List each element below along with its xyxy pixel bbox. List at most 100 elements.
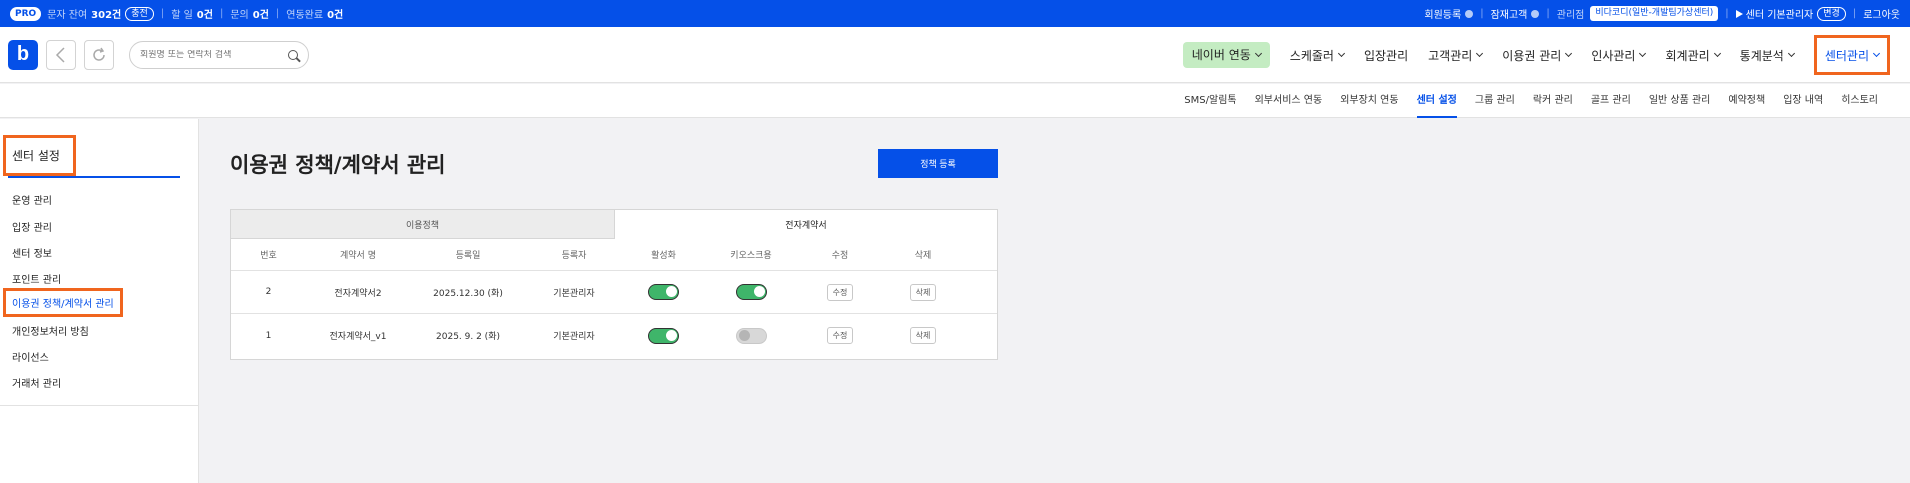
main-header: b 네이버 연동 스케줄러 입장관리 고객관리 이용권 관리 인사관리 회계관리… <box>0 27 1910 83</box>
nav-label: 스케줄러 <box>1289 48 1334 63</box>
subnav-group[interactable]: 그룹 관리 <box>1475 84 1515 118</box>
table-header: 번호 계약서 명 등록일 등록자 활성화 키오스크용 수정 삭제 <box>231 239 997 271</box>
gear-icon <box>1531 9 1540 18</box>
register-policy-button[interactable]: 정책 등록 <box>878 149 998 178</box>
subnav-locker[interactable]: 락커 관리 <box>1533 84 1573 118</box>
chevron-down-icon <box>1337 49 1345 58</box>
policy-tabs: 이용정책 전자계약서 <box>231 210 997 239</box>
member-register-link[interactable]: 회원등록 <box>1424 6 1461 21</box>
active-toggle[interactable] <box>648 327 679 344</box>
delete-button[interactable]: 삭제 <box>909 283 937 301</box>
nav-label: 통계분석 <box>1739 48 1784 63</box>
chevron-down-icon <box>1565 49 1573 58</box>
col-delete: 삭제 <box>914 251 932 261</box>
row-author: 기본관리자 <box>553 288 595 299</box>
nav-customer[interactable]: 고객관리 <box>1428 47 1484 64</box>
center-selector[interactable]: 비다코디(일반-개발팀가상센터) <box>1590 6 1719 21</box>
sms-remaining-label: 문자 잔여 <box>47 10 88 21</box>
col-active: 활성화 <box>651 251 676 261</box>
table-row: 1 전자계약서_v1 2025. 9. 2 (화) 기본관리자 수정 삭제 <box>231 314 997 357</box>
col-number: 번호 <box>260 251 277 261</box>
charge-button[interactable]: 충전 <box>125 6 154 21</box>
logout-link[interactable]: 로그아웃 <box>1863 6 1900 21</box>
todo-value[interactable]: 0건 <box>197 6 213 21</box>
nav-label: 고객관리 <box>1428 48 1473 63</box>
col-registrar: 등록자 <box>561 251 587 261</box>
refresh-button[interactable] <box>84 39 114 70</box>
nav-entry[interactable]: 입장관리 <box>1364 47 1408 64</box>
subnav-history[interactable]: 히스토리 <box>1841 84 1878 118</box>
back-button[interactable] <box>46 39 76 70</box>
sidebar-title: 센터 설정 <box>3 135 76 176</box>
nav-ticket[interactable]: 이용권 관리 <box>1502 47 1573 64</box>
chevron-down-icon <box>1476 49 1484 58</box>
chevron-down-icon <box>1872 49 1881 58</box>
subnav-general-product[interactable]: 일반 상품 관리 <box>1649 84 1711 118</box>
sidebar: 센터 설정 운영 관리 입장 관리 센터 정보 포인트 관리 이용권 정책/계약… <box>0 119 199 483</box>
col-edit: 수정 <box>831 251 849 261</box>
col-registered-date: 등록일 <box>455 251 481 261</box>
sidebar-item-operation[interactable]: 운영 관리 <box>12 192 52 207</box>
nav-naver-link[interactable]: 네이버 연동 <box>1182 42 1270 68</box>
nav-label: 인사관리 <box>1591 48 1636 63</box>
edit-button[interactable]: 수정 <box>826 327 854 344</box>
sms-remaining-value: 302건 <box>91 10 122 21</box>
row-author: 기본관리자 <box>553 332 595 342</box>
subnav-reservation-policy[interactable]: 예약정책 <box>1728 84 1765 118</box>
col-kiosk: 키오스크용 <box>730 251 772 261</box>
edit-button[interactable]: 수정 <box>826 283 854 301</box>
nav-statistics[interactable]: 통계분석 <box>1739 47 1795 64</box>
search-icon[interactable] <box>288 49 298 60</box>
member-search[interactable] <box>129 40 309 69</box>
inquiry-value[interactable]: 0건 <box>253 6 269 21</box>
page-title: 이용권 정책/계약서 관리 <box>230 153 446 177</box>
nav-accounting[interactable]: 회계관리 <box>1665 47 1721 64</box>
delete-button[interactable]: 삭제 <box>909 327 937 344</box>
sidebar-item-entry[interactable]: 입장 관리 <box>12 219 52 234</box>
chevron-down-icon <box>1639 49 1647 58</box>
col-contract-name: 계약서 명 <box>340 251 376 261</box>
change-button[interactable]: 변경 <box>1817 6 1846 21</box>
nav-label: 회계관리 <box>1665 48 1710 63</box>
search-input[interactable] <box>140 49 280 60</box>
nav-center-management[interactable]: 센터관리 <box>1813 35 1890 75</box>
tab-usage-policy[interactable]: 이용정책 <box>231 210 615 239</box>
subnav-external-service[interactable]: 외부서비스 연동 <box>1255 84 1323 118</box>
refresh-icon <box>93 47 105 61</box>
sidebar-item-license[interactable]: 라이선스 <box>12 349 49 364</box>
kiosk-toggle[interactable] <box>735 284 767 300</box>
row-number: 2 <box>265 287 272 297</box>
sub-nav: SMS/알림톡 외부서비스 연동 외부장치 연동 센터 설정 그룹 관리 락커 … <box>0 84 1910 118</box>
sidebar-item-center-info[interactable]: 센터 정보 <box>12 245 52 260</box>
nav-label: 네이버 연동 <box>1191 48 1251 62</box>
manager-label: 관리점 <box>1556 10 1585 21</box>
tab-e-contract[interactable]: 전자계약서 <box>615 210 997 239</box>
sidebar-item-vendor[interactable]: 거래처 관리 <box>12 375 61 390</box>
nav-hr[interactable]: 인사관리 <box>1591 47 1647 64</box>
table-row: 2 전자계약서2 2025.12.30 (화) 기본관리자 수정 삭제 <box>231 271 997 314</box>
nav-scheduler[interactable]: 스케줄러 <box>1289 47 1345 64</box>
nav-label: 이용권 관리 <box>1502 48 1562 63</box>
kiosk-toggle[interactable] <box>735 327 767 344</box>
sidebar-item-ticket-policy[interactable]: 이용권 정책/계약서 관리 <box>3 288 123 317</box>
subnav-center-settings[interactable]: 센터 설정 <box>1416 84 1457 118</box>
pro-badge: PRO <box>10 6 42 21</box>
todo-label: 할 일 <box>171 10 193 21</box>
subnav-sms[interactable]: SMS/알림톡 <box>1184 84 1236 118</box>
flag-icon <box>1735 9 1743 18</box>
active-toggle[interactable] <box>648 284 679 300</box>
prospect-link[interactable]: 잠재고객 <box>1491 6 1528 21</box>
subnav-external-device[interactable]: 외부장치 연동 <box>1340 84 1398 118</box>
subnav-golf[interactable]: 골프 관리 <box>1591 84 1631 118</box>
sidebar-item-points[interactable]: 포인트 관리 <box>12 271 61 286</box>
nav-label: 입장관리 <box>1363 48 1409 63</box>
sidebar-title-underline <box>8 176 180 178</box>
row-contract-name: 전자계약서2 <box>334 288 382 299</box>
chevron-down-icon <box>1787 49 1795 58</box>
link-complete-value[interactable]: 0건 <box>327 6 343 21</box>
sidebar-item-privacy[interactable]: 개인정보처리 방침 <box>12 323 89 338</box>
row-number: 1 <box>265 330 272 341</box>
subnav-entry-history[interactable]: 입장 내역 <box>1783 84 1823 118</box>
chevron-left-icon <box>55 46 65 63</box>
app-logo[interactable]: b <box>8 39 38 70</box>
